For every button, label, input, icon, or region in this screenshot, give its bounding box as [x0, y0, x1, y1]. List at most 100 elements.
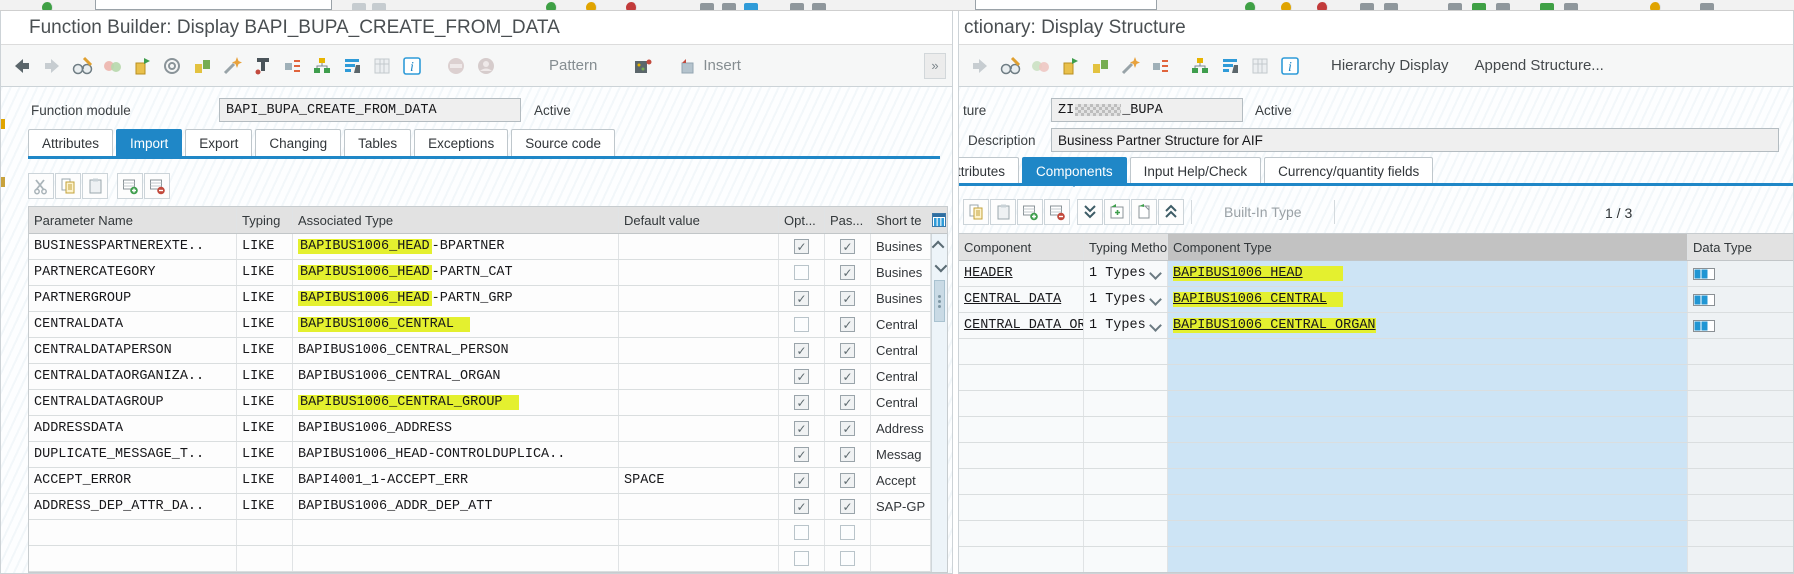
parameter-name-cell[interactable]: BUSINESSPARTNEREXTE.. [29, 234, 237, 259]
col-header-typing-method[interactable]: Typing Method [1084, 234, 1168, 260]
pass-value-checkbox[interactable] [840, 473, 855, 488]
pass-value-checkbox[interactable] [840, 395, 855, 410]
parameter-name-cell[interactable]: PARTNERCATEGORY [29, 260, 237, 285]
copy-transport-icon[interactable] [127, 53, 157, 79]
save-icon[interactable] [546, 2, 557, 10]
default-value-cell[interactable] [619, 442, 779, 467]
move-bottom-icon[interactable] [1077, 199, 1103, 225]
tab-input-help-check[interactable]: Input Help/Check [1129, 157, 1262, 184]
typing-cell[interactable]: LIKE [237, 390, 293, 415]
component-type-cell[interactable]: BAPIBUS1006_CENTRAL_ORGAN [1168, 313, 1688, 338]
pattern-button[interactable]: Pattern [549, 57, 597, 74]
optional-checkbox[interactable] [794, 473, 809, 488]
parameter-name-cell[interactable]: CENTRALDATA [29, 312, 237, 337]
copy-transport-icon[interactable] [1055, 53, 1085, 79]
data-type-cell[interactable] [1688, 287, 1793, 312]
sorted-display-icon[interactable] [1215, 53, 1245, 79]
description-field[interactable]: Business Partner Structure for AIF [1051, 128, 1779, 152]
inactive-version-icon[interactable] [157, 53, 187, 79]
tab-components[interactable]: Components [1022, 157, 1127, 187]
save-icon-2[interactable] [1245, 2, 1256, 10]
short-text-cell[interactable]: Busines [871, 286, 931, 311]
copy-rows-icon[interactable] [963, 199, 989, 225]
optional-checkbox[interactable] [794, 551, 809, 566]
tab-import[interactable]: Import [116, 129, 183, 159]
component-cell[interactable]: CENTRAL_DATA_ORG [959, 313, 1084, 338]
exit-circle-icon-2[interactable] [1317, 2, 1328, 10]
short-text-cell[interactable]: Messag [871, 442, 931, 467]
sorted-display-icon[interactable] [337, 53, 367, 79]
data-type-cell[interactable] [1688, 261, 1793, 286]
structure-name-field[interactable]: ZI _BUPA [1051, 98, 1243, 122]
typing-cell[interactable]: LIKE [237, 364, 293, 389]
typing-cell[interactable]: LIKE [237, 338, 293, 363]
scroll-up-button[interactable] [931, 234, 947, 256]
tab-currency-quantity[interactable]: Currency/quantity fields [1264, 157, 1434, 184]
command-field[interactable] [95, 0, 332, 10]
object-list-icon[interactable] [307, 53, 337, 79]
short-text-cell[interactable]: SAP-GP [871, 494, 931, 519]
associated-type-cell[interactable]: BAPIBUS1006_CENTRAL_GROUP [293, 390, 619, 415]
associated-type-cell[interactable]: BAPIBUS1006_HEAD -BPARTNER [293, 234, 619, 259]
parameter-name-cell[interactable]: ADDRESSDATA [29, 416, 237, 441]
short-text-cell[interactable]: Address [871, 416, 931, 441]
typing-cell[interactable]: LIKE [237, 234, 293, 259]
pass-value-checkbox[interactable] [840, 291, 855, 306]
component-cell[interactable]: HEADER [959, 261, 1084, 286]
optional-checkbox[interactable] [794, 421, 809, 436]
typing-cell[interactable]: LIKE [237, 312, 293, 337]
append-structure-button[interactable]: Append Structure... [1475, 57, 1604, 74]
dropdown-chevron-icon[interactable] [1149, 267, 1162, 280]
optional-checkbox[interactable] [794, 317, 809, 332]
typing-method-cell[interactable]: 1 Types [1084, 313, 1168, 338]
scroll-down-button[interactable] [932, 256, 947, 278]
default-value-cell[interactable] [619, 286, 779, 311]
col-header-component[interactable]: Component [959, 234, 1084, 260]
component-type-cell[interactable]: BAPIBUS1006_CENTRAL [1168, 287, 1688, 312]
short-text-cell[interactable]: Busines [871, 260, 931, 285]
delete-row-icon[interactable] [1044, 199, 1070, 225]
short-text-cell[interactable]: Central [871, 312, 931, 337]
data-type-cell[interactable] [1688, 313, 1793, 338]
associated-type-cell[interactable]: BAPIBUS1006_HEAD-CONTROLDUPLICA.. [293, 442, 619, 467]
associated-type-cell[interactable]: BAPIBUS1006_HEAD -PARTN_GRP [293, 286, 619, 311]
component-cell[interactable]: CENTRAL_DATA [959, 287, 1084, 312]
pass-value-checkbox[interactable] [840, 447, 855, 462]
tab-source-code[interactable]: Source code [511, 129, 616, 156]
default-value-cell[interactable] [619, 234, 779, 259]
display-change-icon[interactable] [67, 53, 97, 79]
back-circle-icon[interactable] [586, 2, 597, 10]
table-vertical-scrollbar[interactable] [931, 234, 947, 572]
pass-value-checkbox[interactable] [840, 239, 855, 254]
tab-tables[interactable]: Tables [344, 129, 412, 156]
pass-value-checkbox[interactable] [840, 369, 855, 384]
pass-value-checkbox[interactable] [840, 265, 855, 280]
default-value-cell[interactable] [619, 494, 779, 519]
col-header-data-type[interactable]: Data Type [1688, 234, 1793, 260]
delete-row-icon[interactable] [144, 173, 170, 199]
short-text-cell[interactable]: Central [871, 338, 931, 363]
optional-checkbox[interactable] [794, 447, 809, 462]
col-header-default-value[interactable]: Default value [619, 207, 779, 233]
associated-type-cell[interactable]: BAPIBUS1006_HEAD -PARTN_CAT [293, 260, 619, 285]
associated-type-cell[interactable]: BAPIBUS1006_CENTRAL_PERSON [293, 338, 619, 363]
dropdown-chevron-icon[interactable] [1149, 293, 1162, 306]
insert-entry-icon[interactable] [1104, 199, 1130, 225]
typing-cell[interactable]: LIKE [237, 286, 293, 311]
tab-attributes[interactable]: ttributes [959, 157, 1020, 184]
typing-cell[interactable]: LIKE [237, 494, 293, 519]
associated-type-cell[interactable]: BAPIBUS1006_ADDR_DEP_ATT [293, 494, 619, 519]
tab-changing[interactable]: Changing [255, 129, 342, 156]
short-text-cell[interactable]: Central [871, 390, 931, 415]
pass-value-checkbox[interactable] [840, 317, 855, 332]
back-circle-icon-2[interactable] [1281, 2, 1292, 10]
command-field-2[interactable] [975, 0, 1157, 10]
col-header-short-text[interactable]: Short te [871, 207, 931, 233]
navigate-split-icon[interactable] [1145, 53, 1175, 79]
forward-icon[interactable] [37, 53, 67, 79]
default-value-cell[interactable] [619, 338, 779, 363]
object-list-icon[interactable] [1185, 53, 1215, 79]
typing-cell[interactable]: LIKE [237, 468, 293, 493]
pattern-wand-icon[interactable] [217, 53, 247, 79]
parameter-name-cell[interactable]: ACCEPT_ERROR [29, 468, 237, 493]
